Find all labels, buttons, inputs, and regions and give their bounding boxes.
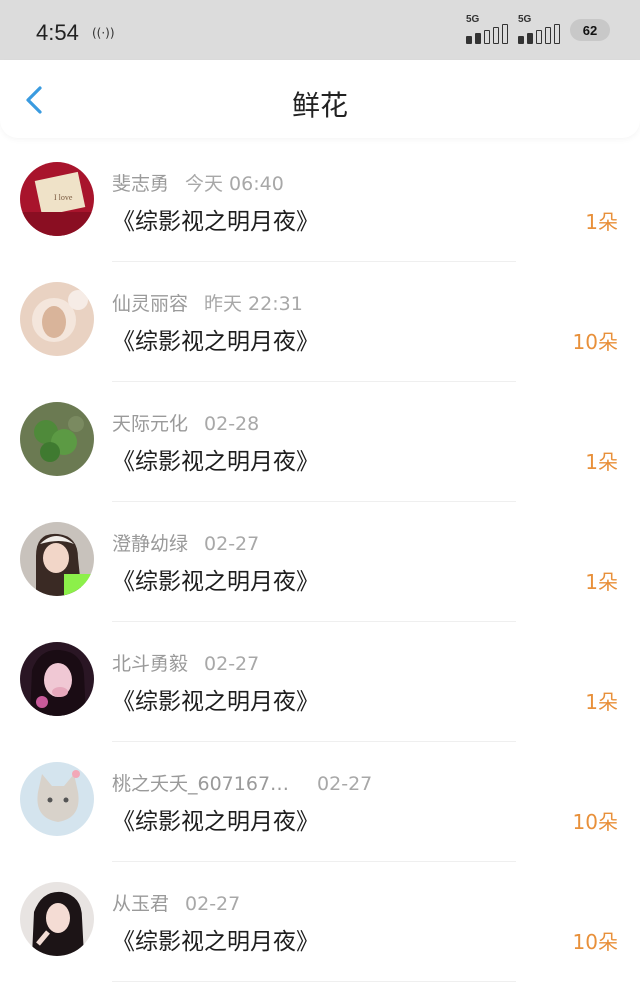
sender-line: 桃之夭夭_607167… 02-27 <box>112 769 372 796</box>
sender-line: 澄静幼绿 02-27 <box>112 529 259 556</box>
list-item[interactable]: 从玉君 02-27 《综影视之明月夜》 10朵 <box>0 862 640 982</box>
work-title[interactable]: 《综影视之明月夜》 <box>112 562 319 596</box>
status-indicators: 5G 5G 62 <box>466 14 610 44</box>
flower-count: 10朵 <box>572 930 618 954</box>
flower-count: 10朵 <box>572 330 618 354</box>
gift-time: 02-27 <box>204 653 260 675</box>
gift-time: 02-27 <box>317 773 373 795</box>
flower-count: 1朵 <box>585 570 618 594</box>
sender-name[interactable]: 北斗勇毅 <box>112 653 188 675</box>
navigation-header: 鲜花 <box>0 60 640 138</box>
sender-name[interactable]: 从玉君 <box>112 893 169 915</box>
gift-time: 今天 06:40 <box>185 173 284 195</box>
flower-count: 1朵 <box>585 690 618 714</box>
sender-line: 天际元化 02-28 <box>112 409 259 436</box>
avatar[interactable] <box>20 282 94 356</box>
page-title: 鲜花 <box>291 89 348 122</box>
signal-sim1-icon: 5G <box>466 14 508 44</box>
nfc-icon: ((·)) <box>92 26 115 40</box>
list-item[interactable]: I love 斐志勇 今天 06:40 《综影视之明月夜》 1朵 <box>0 142 640 262</box>
avatar[interactable]: I love <box>20 162 94 236</box>
status-bar: 4:54 ((·)) 5G 5G 62 <box>0 0 640 60</box>
work-title[interactable]: 《综影视之明月夜》 <box>112 322 319 356</box>
gift-time: 02-28 <box>204 413 260 435</box>
flower-count: 1朵 <box>585 210 618 234</box>
work-title[interactable]: 《综影视之明月夜》 <box>112 442 319 476</box>
signal-sim2-icon: 5G <box>518 14 560 44</box>
battery-level: 62 <box>582 22 598 38</box>
avatar[interactable] <box>20 402 94 476</box>
sender-name[interactable]: 斐志勇 <box>112 173 169 195</box>
sender-line: 北斗勇毅 02-27 <box>112 649 259 676</box>
list-item[interactable]: 北斗勇毅 02-27 《综影视之明月夜》 1朵 <box>0 622 640 742</box>
sender-name[interactable]: 澄静幼绿 <box>112 533 188 555</box>
list-item[interactable]: 澄静幼绿 02-27 《综影视之明月夜》 1朵 <box>0 502 640 622</box>
battery-icon: 62 <box>570 19 610 41</box>
work-title[interactable]: 《综影视之明月夜》 <box>112 682 319 716</box>
avatar[interactable] <box>20 882 94 956</box>
divider <box>112 981 516 982</box>
sender-line: 从玉君 02-27 <box>112 889 240 916</box>
avatar[interactable] <box>20 762 94 836</box>
list-item[interactable]: 桃之夭夭_607167… 02-27 《综影视之明月夜》 10朵 <box>0 742 640 862</box>
work-title[interactable]: 《综影视之明月夜》 <box>112 802 319 836</box>
gift-time: 02-27 <box>204 533 260 555</box>
sender-line: 斐志勇 今天 06:40 <box>112 169 284 196</box>
sender-name[interactable]: 桃之夭夭_607167… <box>112 773 289 795</box>
work-title[interactable]: 《综影视之明月夜》 <box>112 202 319 236</box>
flower-count: 10朵 <box>572 810 618 834</box>
sender-line: 仙灵丽容 昨天 22:31 <box>112 289 303 316</box>
gift-time: 昨天 22:31 <box>204 293 303 315</box>
gift-time: 02-27 <box>185 893 241 915</box>
flower-count: 1朵 <box>585 450 618 474</box>
list-item[interactable]: 仙灵丽容 昨天 22:31 《综影视之明月夜》 10朵 <box>0 262 640 382</box>
status-time: 4:54 <box>36 20 79 45</box>
flower-gift-list: I love 斐志勇 今天 06:40 《综影视之明月夜》 1朵 仙灵丽容 昨天 2… <box>0 142 640 982</box>
sender-name[interactable]: 仙灵丽容 <box>112 293 188 315</box>
list-item[interactable]: 天际元化 02-28 《综影视之明月夜》 1朵 <box>0 382 640 502</box>
sender-name[interactable]: 天际元化 <box>112 413 188 435</box>
avatar[interactable] <box>20 522 94 596</box>
svg-text:I love: I love <box>54 193 73 202</box>
work-title[interactable]: 《综影视之明月夜》 <box>112 922 319 956</box>
avatar[interactable] <box>20 642 94 716</box>
